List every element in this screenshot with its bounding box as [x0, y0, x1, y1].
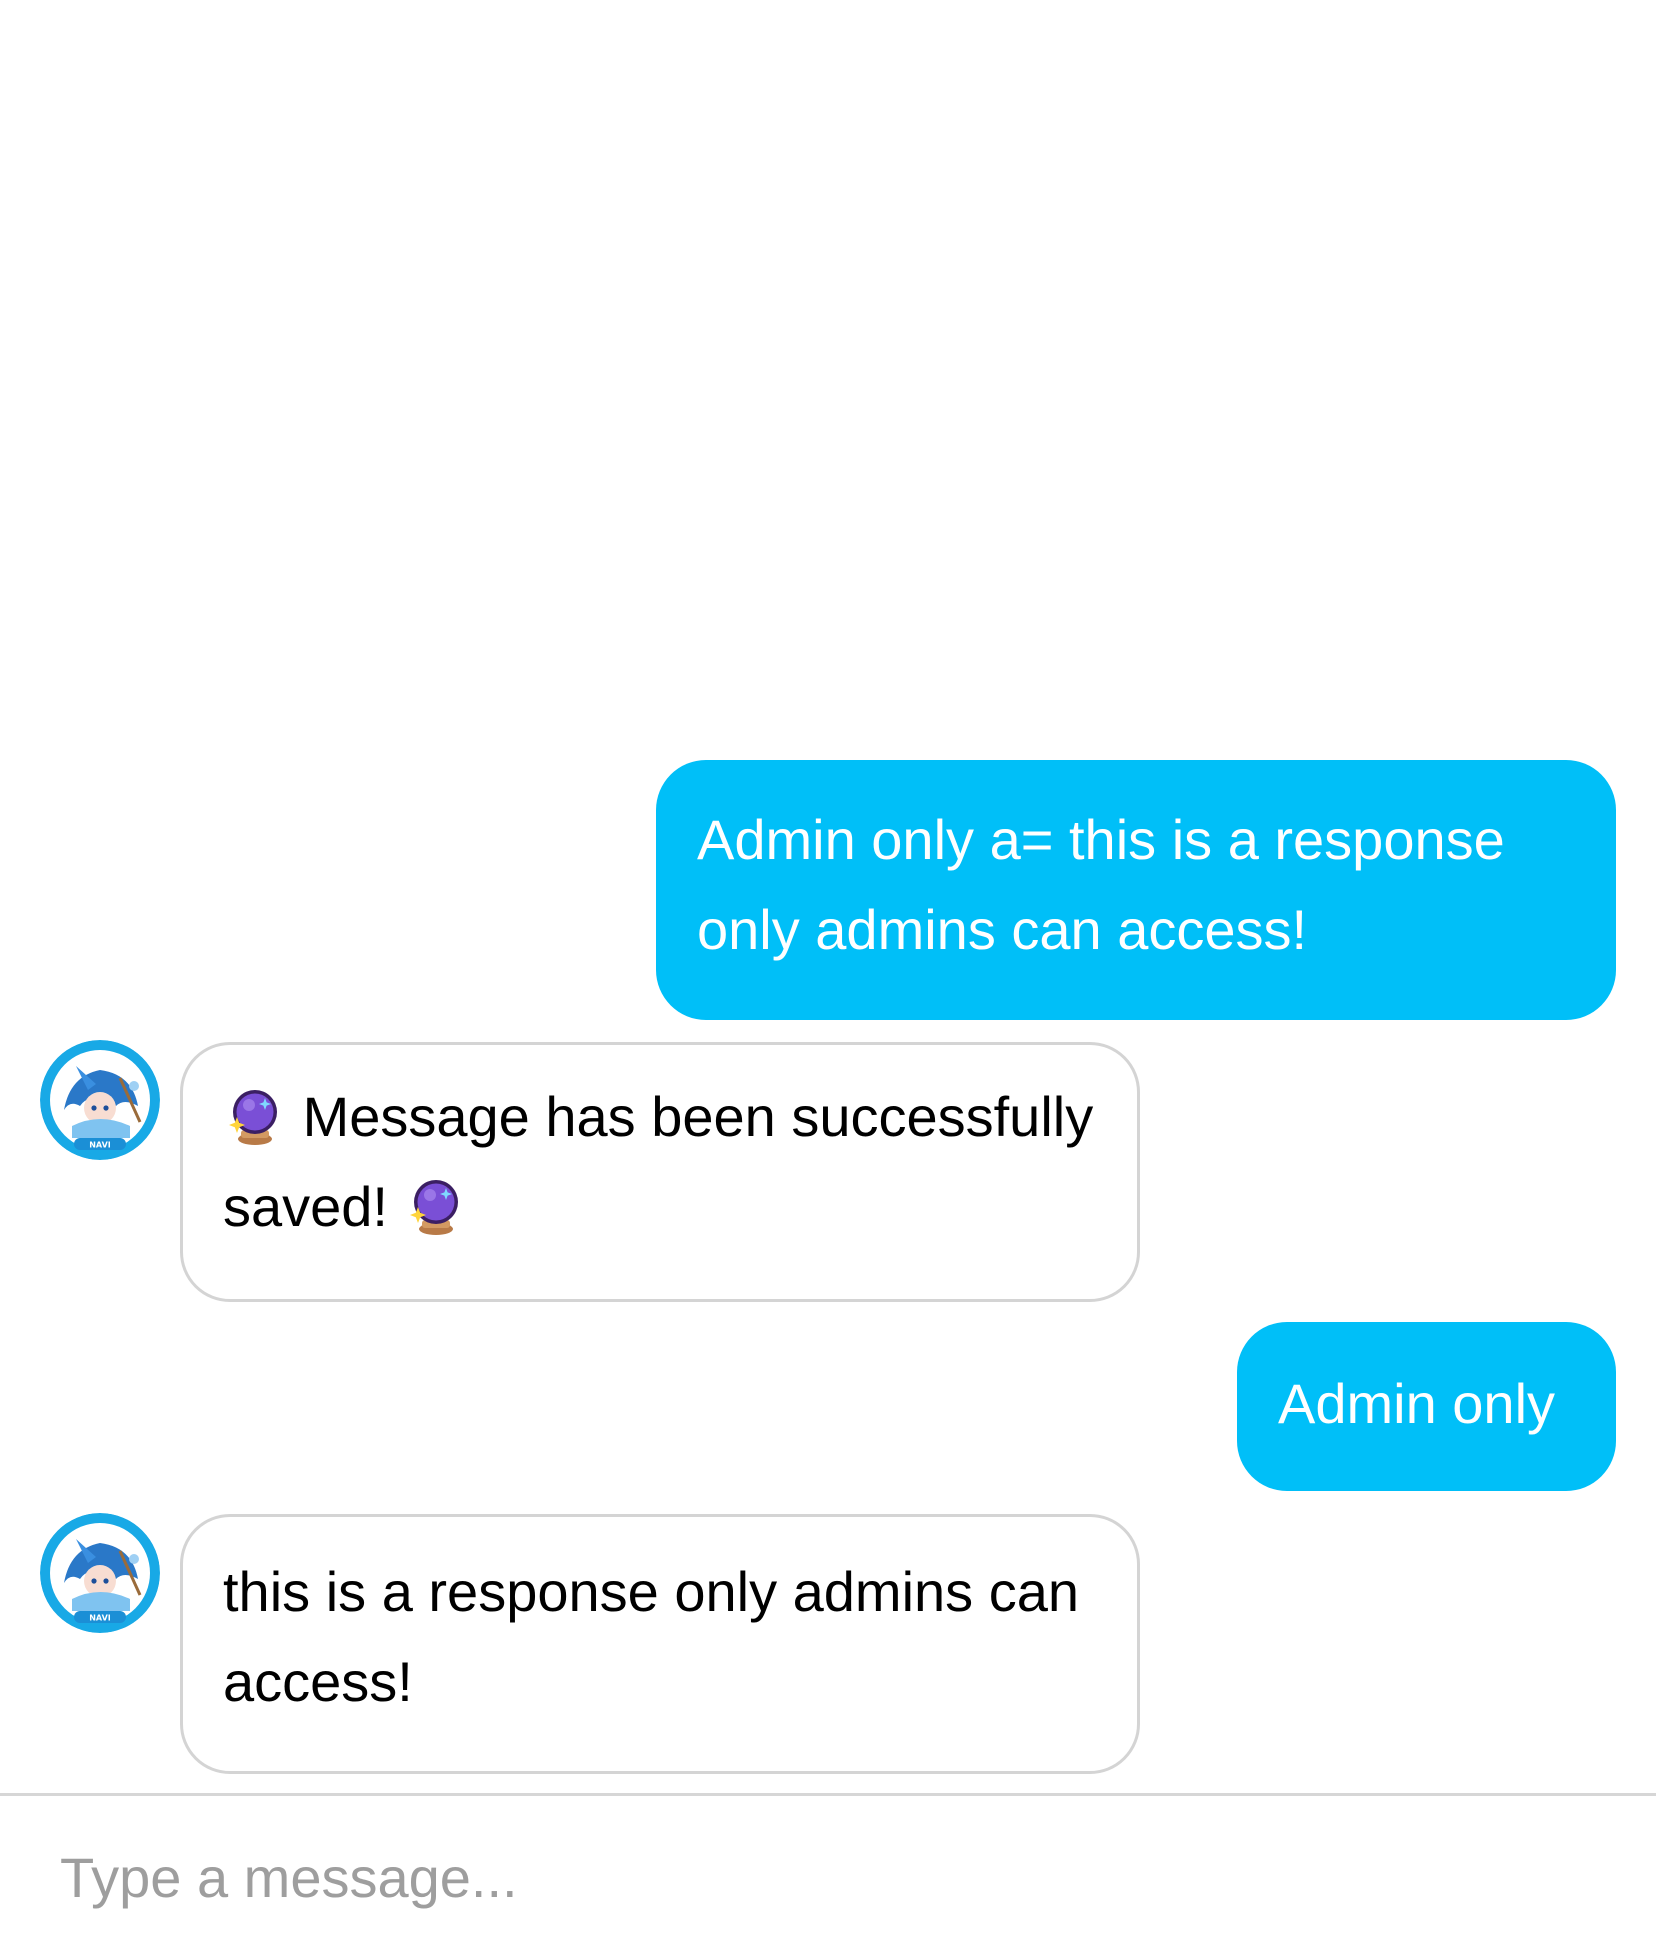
incoming-message-bubble: this is a response only admins can acces…	[180, 1514, 1140, 1774]
chat-message-list: Admin only a= this is a response only ad…	[0, 0, 1656, 1796]
incoming-message-bubble: Message has been successfully saved!	[180, 1042, 1140, 1302]
bot-avatar: NAVI	[40, 1513, 160, 1633]
avatar-label: NAVI	[89, 1141, 111, 1150]
outgoing-message-bubble: Admin only a= this is a response only ad…	[656, 760, 1616, 1020]
message-text: Admin only a= this is a response only ad…	[697, 808, 1505, 961]
crystal-ball-icon	[404, 1174, 468, 1238]
message-text: Message has been successfully saved!	[223, 1085, 1094, 1238]
message-text: this is a response only admins can acces…	[223, 1560, 1079, 1713]
message-input[interactable]	[60, 1832, 1600, 1922]
crystal-ball-icon	[223, 1084, 287, 1148]
bot-avatar: NAVI	[40, 1040, 160, 1160]
outgoing-message-bubble: Admin only	[1237, 1322, 1616, 1491]
avatar-label: NAVI	[89, 1614, 111, 1623]
message-composer	[0, 1793, 1656, 1956]
message-text: Admin only	[1278, 1372, 1556, 1435]
